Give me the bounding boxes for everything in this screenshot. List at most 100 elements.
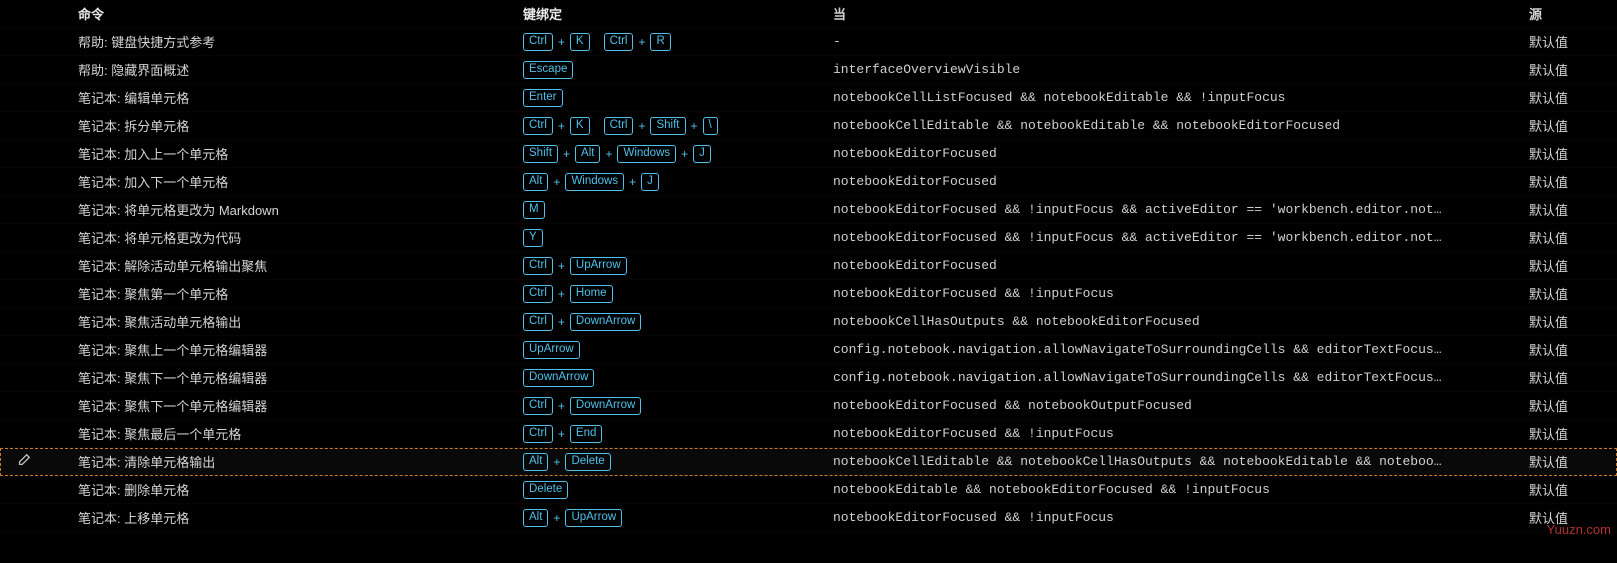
table-row[interactable]: 笔记本: 聚焦下一个单元格编辑器DownArrowconfig.notebook… [0, 364, 1617, 392]
keybinding-cell: Delete [523, 481, 833, 499]
table-row[interactable]: 帮助: 隐藏界面概述Escape interfaceOverviewVisible… [0, 56, 1617, 84]
table-header-row: 命令 键绑定 当 源 [0, 0, 1617, 28]
source-label: 默认值 [1529, 116, 1609, 135]
header-command[interactable]: 命令 [48, 4, 523, 23]
when-expression: notebookEditorFocused && notebookOutputF… [833, 398, 1529, 413]
source-label: 默认值 [1529, 424, 1609, 443]
keybinding-cell: Ctrl+DownArrow [523, 313, 833, 331]
when-expression: notebookEditorFocused && !inputFocus && … [833, 230, 1529, 245]
when-expression: notebookEditorFocused && !inputFocus [833, 510, 1529, 525]
command-label: 笔记本: 将单元格更改为代码 [48, 228, 523, 247]
command-label: 笔记本: 上移单元格 [48, 508, 523, 527]
key-cap: Windows [565, 173, 624, 191]
command-label: 帮助: 键盘快捷方式参考 [48, 32, 523, 51]
key-plus: + [557, 259, 566, 273]
when-expression: notebookEditorFocused [833, 258, 1529, 273]
table-row[interactable]: 笔记本: 聚焦下一个单元格编辑器Ctrl+DownArrownotebookEd… [0, 392, 1617, 420]
command-label: 笔记本: 聚焦下一个单元格编辑器 [48, 368, 523, 387]
header-keybinding[interactable]: 键绑定 [523, 4, 833, 23]
when-expression: notebookEditable && notebookEditorFocuse… [833, 482, 1529, 497]
command-label: 笔记本: 编辑单元格 [48, 88, 523, 107]
when-expression: config.notebook.navigation.allowNavigate… [833, 370, 1529, 385]
when-expression: notebookEditorFocused [833, 174, 1529, 189]
source-label: 默认值 [1529, 60, 1609, 79]
key-cap: Ctrl [604, 33, 634, 51]
table-row[interactable]: 笔记本: 加入上一个单元格Shift+Alt+Windows+Jnotebook… [0, 140, 1617, 168]
table-row[interactable]: 笔记本: 聚焦最后一个单元格Ctrl+EndnotebookEditorFocu… [0, 420, 1617, 448]
key-cap: R [650, 33, 670, 51]
edit-icon[interactable] [17, 453, 31, 470]
key-cap: Ctrl [523, 33, 553, 51]
source-label: 默认值 [1529, 312, 1609, 331]
source-label: 默认值 [1529, 88, 1609, 107]
key-cap: Enter [523, 89, 563, 107]
key-cap: \ [703, 117, 718, 135]
command-label: 笔记本: 解除活动单元格输出聚焦 [48, 256, 523, 275]
key-cap: Alt [523, 173, 548, 191]
key-plus: + [557, 315, 566, 329]
source-label: 默认值 [1529, 256, 1609, 275]
keybinding-cell: M [523, 201, 833, 219]
key-plus: + [557, 287, 566, 301]
key-cap: DownArrow [570, 397, 641, 415]
key-cap: Shift [650, 117, 685, 135]
table-row[interactable]: 笔记本: 加入下一个单元格Alt+Windows+JnotebookEditor… [0, 168, 1617, 196]
keybinding-cell: Ctrl+UpArrow [523, 257, 833, 275]
command-label: 笔记本: 聚焦活动单元格输出 [48, 312, 523, 331]
table-row[interactable]: 笔记本: 删除单元格DeletenotebookEditable && note… [0, 476, 1617, 504]
command-label: 笔记本: 聚焦第一个单元格 [48, 284, 523, 303]
key-cap: Y [523, 229, 543, 247]
keybinding-cell: Ctrl+End [523, 425, 833, 443]
table-row[interactable]: 笔记本: 将单元格更改为 MarkdownMnotebookEditorFocu… [0, 196, 1617, 224]
keybinding-cell: Alt+UpArrow [523, 509, 833, 527]
keybinding-cell: Ctrl+KCtrl+Shift+\ [523, 117, 833, 135]
command-label: 笔记本: 聚焦上一个单元格编辑器 [48, 340, 523, 359]
command-label: 笔记本: 加入下一个单元格 [48, 172, 523, 191]
header-when[interactable]: 当 [833, 4, 1529, 23]
keybinding-cell: Shift+Alt+Windows+J [523, 145, 833, 163]
table-row[interactable]: 笔记本: 聚焦第一个单元格Ctrl+HomenotebookEditorFocu… [0, 280, 1617, 308]
key-cap: K [570, 33, 590, 51]
when-expression: interfaceOverviewVisible [833, 62, 1529, 77]
key-cap: Windows [617, 145, 676, 163]
header-source[interactable]: 源 [1529, 4, 1609, 23]
key-plus: + [557, 119, 566, 133]
table-row[interactable]: 笔记本: 将单元格更改为代码YnotebookEditorFocused && … [0, 224, 1617, 252]
command-label: 笔记本: 加入上一个单元格 [48, 144, 523, 163]
command-label: 帮助: 隐藏界面概述 [48, 60, 523, 79]
table-row[interactable]: 笔记本: 聚焦上一个单元格编辑器UpArrowconfig.notebook.n… [0, 336, 1617, 364]
key-cap: Escape [523, 61, 573, 79]
table-row[interactable]: 笔记本: 聚焦活动单元格输出Ctrl+DownArrownotebookCell… [0, 308, 1617, 336]
key-cap: Alt [523, 453, 548, 471]
key-cap: Alt [523, 509, 548, 527]
key-plus: + [552, 455, 561, 469]
table-row[interactable]: 笔记本: 编辑单元格EnternotebookCellListFocused &… [0, 84, 1617, 112]
row-gutter [0, 453, 48, 470]
command-label: 笔记本: 删除单元格 [48, 480, 523, 499]
source-label: 默认值 [1529, 228, 1609, 247]
key-cap: Ctrl [523, 397, 553, 415]
source-label: 默认值 [1529, 32, 1609, 51]
table-row[interactable]: 帮助: 键盘快捷方式参考Ctrl+KCtrl+R-默认值 [0, 28, 1617, 56]
key-plus: + [557, 35, 566, 49]
keybinding-cell: Y [523, 229, 833, 247]
key-cap: Ctrl [604, 117, 634, 135]
key-plus: + [628, 175, 637, 189]
key-cap: Alt [575, 145, 600, 163]
key-plus: + [562, 147, 571, 161]
table-row[interactable]: 笔记本: 清除单元格输出Alt+DeletenotebookCellEditab… [0, 448, 1617, 476]
key-cap: UpArrow [570, 257, 627, 275]
key-cap: M [523, 201, 545, 219]
keybinding-cell: Ctrl+DownArrow [523, 397, 833, 415]
key-plus: + [637, 35, 646, 49]
table-row[interactable]: 笔记本: 拆分单元格Ctrl+KCtrl+Shift+\notebookCell… [0, 112, 1617, 140]
command-label: 笔记本: 聚焦下一个单元格编辑器 [48, 396, 523, 415]
key-cap: Shift [523, 145, 558, 163]
key-cap: J [641, 173, 659, 191]
key-cap: Ctrl [523, 285, 553, 303]
key-cap: Ctrl [523, 117, 553, 135]
when-expression: notebookEditorFocused [833, 146, 1529, 161]
source-label: 默认值 [1529, 396, 1609, 415]
table-row[interactable]: 笔记本: 解除活动单元格输出聚焦Ctrl+UpArrownotebookEdit… [0, 252, 1617, 280]
table-row[interactable]: 笔记本: 上移单元格Alt+UpArrownotebookEditorFocus… [0, 504, 1617, 532]
